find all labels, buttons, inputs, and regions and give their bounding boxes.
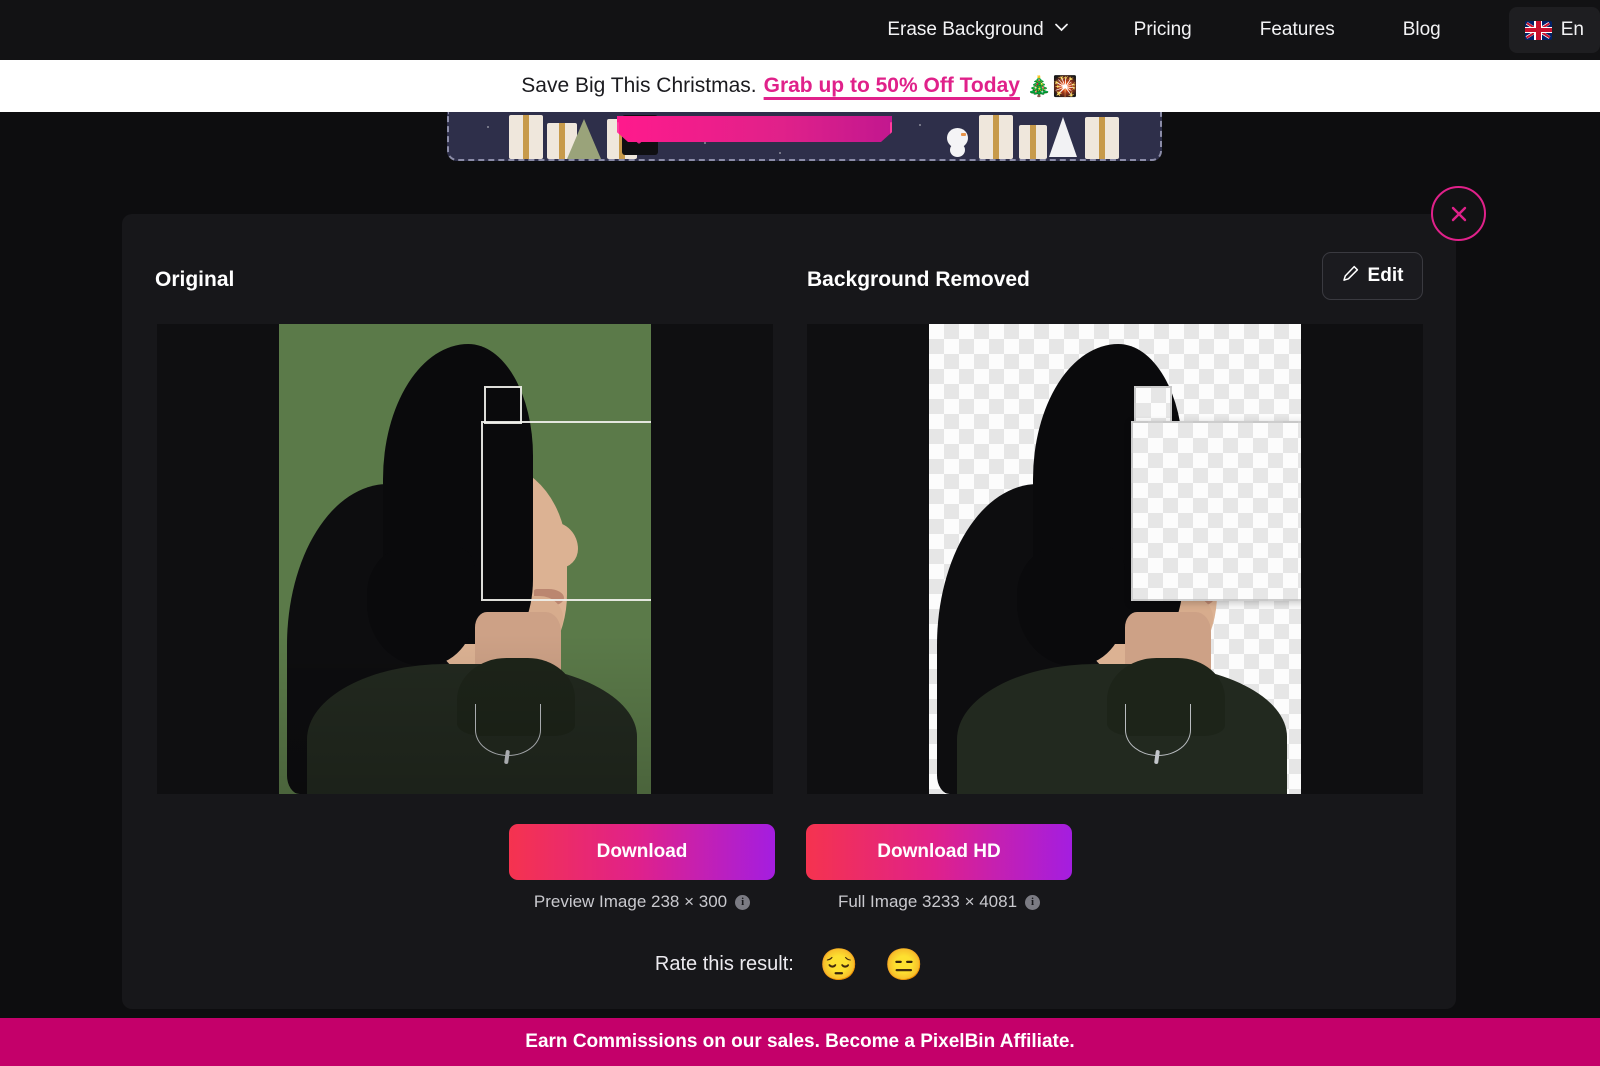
rate-label: Rate this result: bbox=[654, 953, 794, 975]
nav-item-erase-background[interactable]: Erase Background bbox=[853, 19, 1099, 41]
close-icon bbox=[1449, 204, 1469, 224]
gift-box-icon bbox=[1019, 125, 1047, 159]
promo-banner[interactable]: Save Big This Christmas. Grab up to 50% … bbox=[0, 60, 1600, 112]
nav-item-label: Blog bbox=[1402, 19, 1441, 40]
nav-item-blog[interactable]: Blog bbox=[1369, 19, 1475, 41]
transparent-result-photo bbox=[929, 324, 1301, 794]
affiliate-text: Earn Commissions on our sales. Become a … bbox=[525, 1031, 1075, 1052]
original-photo bbox=[279, 324, 651, 794]
affiliate-banner[interactable]: Earn Commissions on our sales. Become a … bbox=[0, 1018, 1600, 1066]
rating-row: Rate this result: 😔 😑 bbox=[122, 949, 1456, 980]
chevron-down-icon bbox=[1054, 23, 1068, 34]
uk-flag-icon bbox=[1524, 20, 1552, 40]
close-button[interactable] bbox=[1431, 186, 1486, 241]
nav-item-label: Pricing bbox=[1133, 19, 1192, 40]
preview-image-caption: Preview Image 238 × 300 i bbox=[509, 892, 775, 912]
tree-icon bbox=[1049, 117, 1077, 157]
rate-neutral-button[interactable]: 😑 bbox=[884, 949, 923, 980]
background-removed-image-panel[interactable] bbox=[807, 324, 1423, 794]
selection-box-small[interactable] bbox=[1134, 386, 1172, 424]
download-button[interactable]: Download bbox=[509, 824, 775, 880]
snowman-icon bbox=[947, 128, 968, 157]
top-navigation-bar: Erase Background Pricing Features Blog E… bbox=[0, 0, 1600, 60]
nav-item-pricing[interactable]: Pricing bbox=[1100, 19, 1226, 41]
selection-box-small[interactable] bbox=[484, 386, 522, 424]
promo-text: Save Big This Christmas. bbox=[521, 74, 757, 97]
result-card: Original Background Removed Edit Downloa… bbox=[122, 214, 1456, 1009]
info-icon[interactable]: i bbox=[735, 894, 751, 910]
edit-button-label: Edit bbox=[1367, 265, 1404, 286]
promo-emoji: 🎄🎇 bbox=[1026, 75, 1079, 98]
background-removed-label: Background Removed bbox=[807, 268, 1030, 291]
ribbon-banner bbox=[617, 116, 892, 142]
original-label: Original bbox=[155, 268, 235, 291]
edit-button[interactable]: Edit bbox=[1322, 252, 1423, 300]
language-label: En bbox=[1560, 19, 1584, 40]
download-hd-button[interactable]: Download HD bbox=[806, 824, 1072, 880]
nav-links: Erase Background Pricing Features Blog E… bbox=[853, 7, 1600, 53]
panel-headers: Original Background Removed Edit bbox=[122, 252, 1456, 316]
info-icon[interactable]: i bbox=[1025, 894, 1041, 910]
tree-icon bbox=[567, 119, 601, 159]
gift-box-icon bbox=[979, 115, 1013, 159]
nav-item-label: Features bbox=[1259, 19, 1335, 40]
christmas-promo-card[interactable] bbox=[447, 112, 1162, 161]
nav-item-label: Erase Background bbox=[887, 19, 1044, 40]
app-root: Erase Background Pricing Features Blog E… bbox=[0, 0, 1600, 1066]
full-image-caption: Full Image 3233 × 4081 i bbox=[806, 892, 1072, 912]
nav-item-features[interactable]: Features bbox=[1226, 19, 1369, 41]
gift-box-icon bbox=[509, 115, 543, 159]
full-image-size: Full Image 3233 × 4081 bbox=[837, 892, 1018, 911]
selection-box-large[interactable] bbox=[1131, 421, 1301, 601]
original-image-panel[interactable] bbox=[157, 324, 773, 794]
pencil-icon bbox=[1342, 265, 1359, 288]
selection-box-large[interactable] bbox=[481, 421, 651, 601]
gift-box-icon bbox=[1085, 117, 1119, 159]
preview-image-size: Preview Image 238 × 300 bbox=[533, 892, 728, 911]
rate-sad-button[interactable]: 😔 bbox=[820, 949, 859, 980]
promo-link[interactable]: Grab up to 50% Off Today bbox=[764, 74, 1020, 98]
language-selector[interactable]: En bbox=[1508, 7, 1600, 53]
